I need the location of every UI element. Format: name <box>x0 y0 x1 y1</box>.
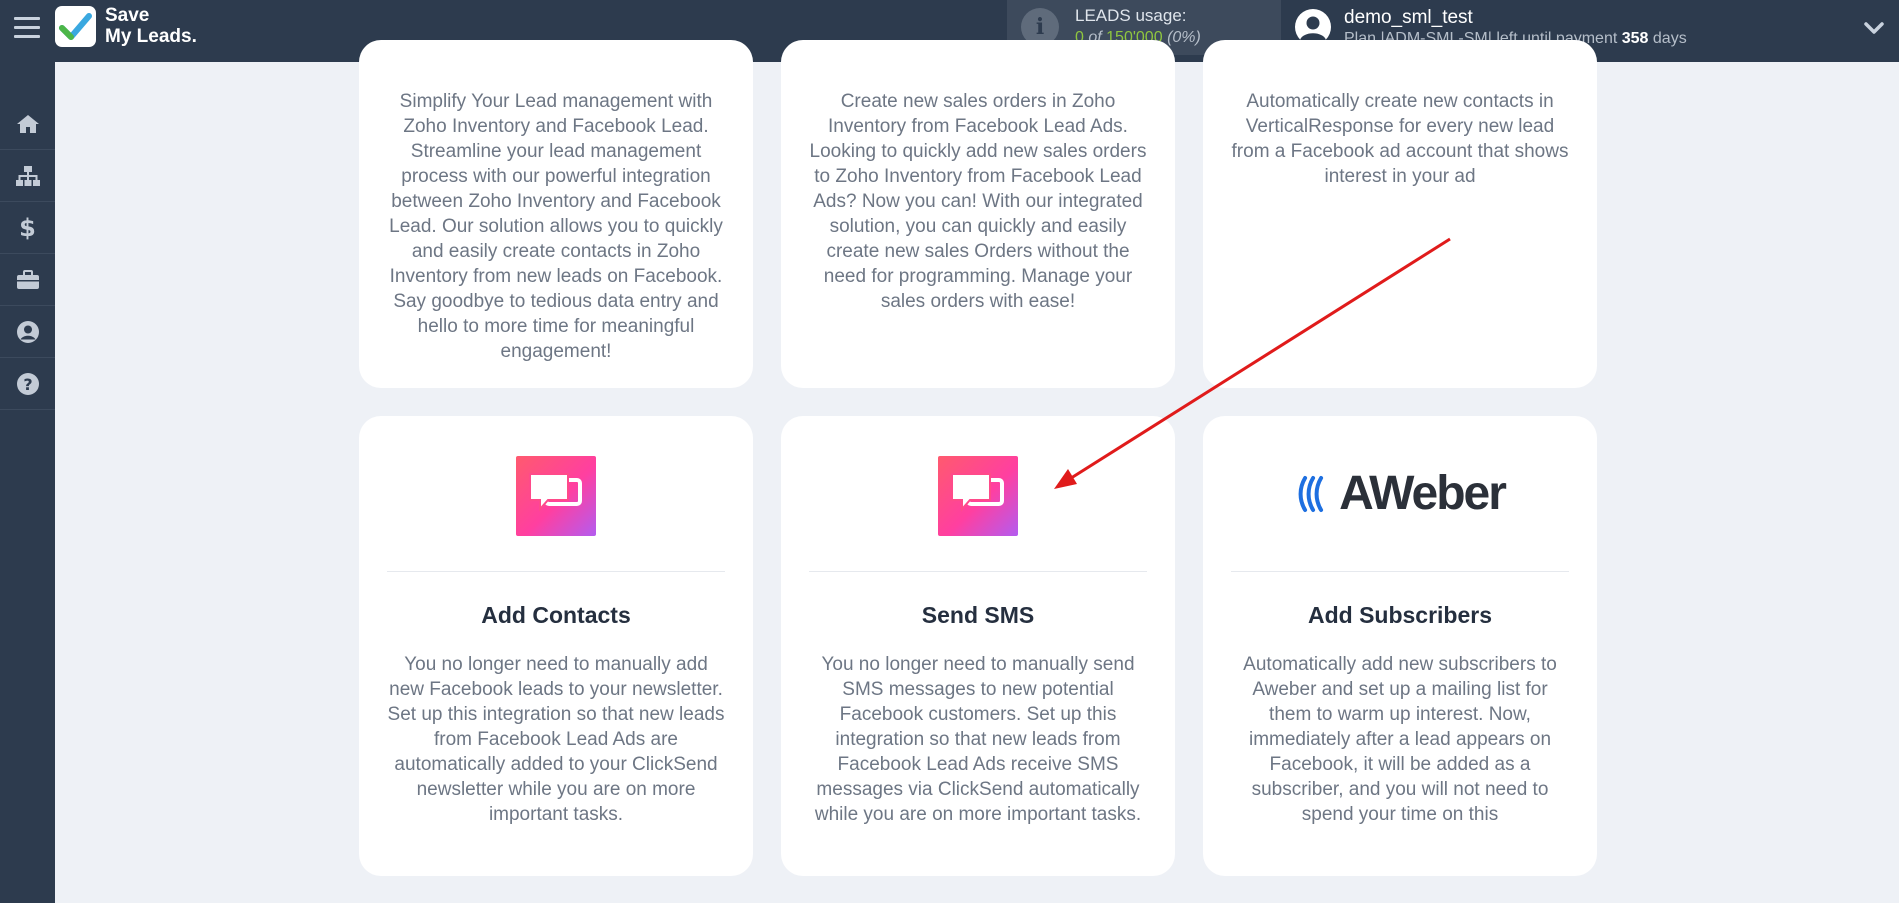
sidebar-item-home[interactable] <box>0 98 55 150</box>
card-divider <box>809 571 1147 572</box>
plan-suffix: days <box>1652 30 1687 47</box>
aweber-logo: AWeber <box>1295 466 1507 521</box>
logo-icon[interactable] <box>55 6 96 47</box>
card-description: Simplify Your Lead management with Zoho … <box>389 91 723 362</box>
sidebar-item-projects[interactable] <box>0 254 55 306</box>
integration-card-send-sms[interactable]: Send SMS You no longer need to manually … <box>781 416 1175 876</box>
aweber-waves-icon <box>1298 475 1324 512</box>
menu-icon[interactable] <box>14 17 40 39</box>
card-description: Create new sales orders in Zoho Inventor… <box>809 91 1147 312</box>
card-divider <box>387 571 725 572</box>
integration-card[interactable]: Create new sales orders in Zoho Inventor… <box>781 40 1175 388</box>
integration-card-add-subscribers[interactable]: AWeber Add Subscribers Automatically add… <box>1203 416 1597 876</box>
dollar-icon: $ <box>19 213 36 242</box>
aweber-logo-text: AWeber <box>1339 467 1507 520</box>
card-title: Add Contacts <box>481 602 631 628</box>
card-title: Add Subscribers <box>1307 602 1493 628</box>
card-description: Automatically create new contacts in Ver… <box>1231 91 1569 187</box>
card-divider <box>1231 571 1569 572</box>
briefcase-icon <box>16 269 39 289</box>
logo-line1: Save <box>105 5 150 26</box>
leads-percent: (0%) <box>1167 29 1201 46</box>
clicksend-logo <box>516 456 596 536</box>
plan-days: 358 <box>1621 30 1649 47</box>
sidebar-item-help[interactable]: ? <box>0 358 55 410</box>
sidebar-item-integrations[interactable] <box>0 150 55 202</box>
chat-bubbles-icon <box>529 473 582 512</box>
card-description: You no longer need to manually send SMS … <box>814 654 1142 825</box>
integration-card[interactable]: Automatically create new contacts in Ver… <box>1203 40 1597 388</box>
integration-card[interactable]: Simplify Your Lead management with Zoho … <box>359 40 753 388</box>
svg-text:?: ? <box>23 375 32 394</box>
home-icon <box>16 114 39 133</box>
logo-line2: My Leads. <box>105 26 197 47</box>
card-title: Send SMS <box>921 602 1035 628</box>
chevron-down-icon[interactable] <box>1862 18 1886 38</box>
chat-bubbles-icon <box>951 473 1004 512</box>
sidebar-item-account[interactable] <box>0 306 55 358</box>
question-circle-icon: ? <box>16 372 39 395</box>
clicksend-logo <box>938 456 1018 536</box>
integration-card-add-contacts[interactable]: Add Contacts You no longer need to manua… <box>359 416 753 876</box>
user-circle-icon <box>16 320 39 343</box>
leads-usage-label: LEADS usage: <box>1075 6 1187 25</box>
card-description: Automatically add new subscribers to Awe… <box>1243 654 1557 825</box>
card-description: You no longer need to manually add new F… <box>387 654 725 825</box>
sidebar: $ ? <box>0 62 55 903</box>
user-name[interactable]: demo_sml_test <box>1344 7 1473 29</box>
sitemap-icon <box>15 165 40 186</box>
logo-text[interactable]: Save My Leads. <box>105 5 197 47</box>
sidebar-item-billing[interactable]: $ <box>0 202 55 254</box>
